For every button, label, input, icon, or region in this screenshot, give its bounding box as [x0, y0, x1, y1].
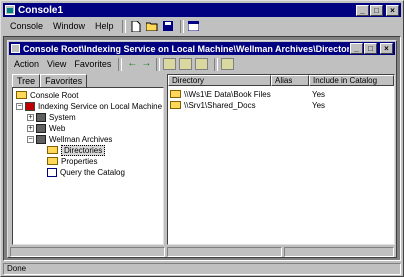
new-window-icon[interactable]: [187, 20, 201, 33]
tree-item-label: Wellman Archives: [49, 134, 113, 144]
child-minimize-button[interactable]: _: [350, 43, 363, 54]
expand-toggle[interactable]: +: [27, 113, 34, 121]
catalog-icon: [36, 123, 46, 133]
toolbar-separator: [121, 19, 126, 33]
menu-view[interactable]: View: [43, 59, 70, 69]
result-list[interactable]: Directory Alias Include in Catalog \\Ws1…: [167, 74, 395, 245]
tree-item-wellman-archives[interactable]: − Wellman Archives: [27, 134, 112, 144]
tree-item-label: Console Root: [30, 90, 79, 100]
up-one-level-icon[interactable]: [163, 58, 177, 70]
folder-icon: [16, 91, 27, 99]
close-button[interactable]: ×: [386, 4, 399, 16]
include-cell: Yes: [312, 89, 326, 99]
folder-icon: [47, 146, 58, 154]
app-status-bar: Done: [3, 263, 401, 275]
menu-window[interactable]: Window: [48, 21, 90, 31]
minimize-button[interactable]: _: [356, 4, 369, 16]
expand-toggle[interactable]: +: [27, 124, 34, 132]
tree-item-label: Properties: [61, 156, 98, 166]
child-status-pane-2: [167, 247, 282, 257]
folder-icon: [47, 157, 58, 165]
menu-help[interactable]: Help: [90, 21, 119, 31]
catalog-icon: [36, 134, 46, 144]
tree-item-label: Web: [49, 123, 66, 133]
tab-tree[interactable]: Tree: [12, 74, 41, 88]
include-cell: Yes: [312, 100, 326, 110]
collapse-toggle[interactable]: −: [27, 135, 34, 143]
tree-item-system[interactable]: + System: [27, 112, 76, 122]
app-titlebar[interactable]: Console1 _ □ ×: [3, 3, 401, 17]
folder-icon: [170, 90, 181, 98]
tab-favorites[interactable]: Favorites: [40, 74, 88, 88]
maximize-button[interactable]: □: [370, 4, 383, 16]
collapse-toggle[interactable]: −: [16, 102, 23, 110]
snapin-child-window: Console Root\Indexing Service on Local M…: [7, 40, 397, 258]
scope-pane-tabs: Tree Favorites: [12, 74, 88, 88]
child-maximize-button[interactable]: □: [364, 43, 377, 54]
query-icon: [47, 167, 57, 177]
list-row[interactable]: \\Ws1\E Data\Book Files Yes: [170, 89, 325, 99]
child-title: Console Root\Indexing Service on Local M…: [23, 43, 349, 54]
folder-icon: [170, 101, 181, 109]
open-folder-icon[interactable]: [145, 20, 159, 33]
forward-arrow-icon[interactable]: →: [139, 58, 153, 70]
tree-item-label: Query the Catalog: [60, 167, 125, 177]
child-titlebar[interactable]: Console Root\Indexing Service on Local M…: [9, 42, 395, 55]
tree-item-directories[interactable]: Directories: [47, 144, 106, 156]
child-toolbar-separator-2: [156, 57, 161, 71]
save-disk-icon[interactable]: [161, 20, 175, 33]
new-document-icon[interactable]: [129, 20, 143, 33]
tree-item-indexing-service[interactable]: − Indexing Service on Local Machine: [16, 101, 162, 111]
mmc-app-icon[interactable]: [5, 5, 15, 15]
menu-action[interactable]: Action: [10, 59, 43, 69]
column-header-directory[interactable]: Directory: [168, 75, 271, 86]
directory-cell: \\Srv1\Shared_Docs: [184, 100, 256, 110]
tree-item-properties[interactable]: Properties: [47, 156, 97, 166]
child-window-icon[interactable]: [11, 44, 20, 53]
show-hide-tree-icon[interactable]: [179, 58, 193, 70]
app-menubar: Console Window Help: [5, 18, 203, 34]
column-header-alias[interactable]: Alias: [271, 75, 309, 86]
list-row[interactable]: \\Srv1\Shared_Docs Yes: [170, 100, 325, 110]
scope-tree[interactable]: Console Root − Indexing Service on Local…: [12, 87, 164, 245]
directory-cell: \\Ws1\E Data\Book Files: [184, 89, 271, 99]
child-status-pane-1: [10, 247, 165, 257]
console-window: Console1 _ □ × Console Window Help Conso…: [0, 0, 404, 277]
column-header-include[interactable]: Include in Catalog: [309, 75, 394, 86]
tree-item-query-catalog[interactable]: Query the Catalog: [47, 167, 125, 177]
mdi-client-area: Console Root\Indexing Service on Local M…: [3, 36, 401, 261]
child-close-button[interactable]: ×: [380, 43, 393, 54]
indexing-service-icon: [25, 101, 35, 111]
back-arrow-icon[interactable]: ←: [125, 58, 139, 70]
child-toolbar-separator-3: [214, 57, 219, 71]
tree-item-label: System: [49, 112, 76, 122]
app-title: Console1: [18, 4, 64, 16]
export-list-icon[interactable]: [195, 58, 209, 70]
tree-item-label: Directories: [61, 144, 106, 156]
menu-console[interactable]: Console: [5, 21, 48, 31]
menu-favorites[interactable]: Favorites: [70, 59, 115, 69]
tree-item-label: Indexing Service on Local Machine: [38, 101, 163, 111]
catalog-icon: [36, 112, 46, 122]
status-text: Done: [3, 263, 401, 275]
properties-icon[interactable]: [221, 58, 235, 70]
tree-item-console-root[interactable]: Console Root: [16, 90, 78, 100]
tree-item-web[interactable]: + Web: [27, 123, 65, 133]
child-toolbar-separator: [118, 57, 123, 71]
toolbar-separator-2: [179, 19, 184, 33]
child-status-pane-3: [284, 247, 394, 257]
child-menubar: Action View Favorites ← →: [10, 56, 237, 72]
